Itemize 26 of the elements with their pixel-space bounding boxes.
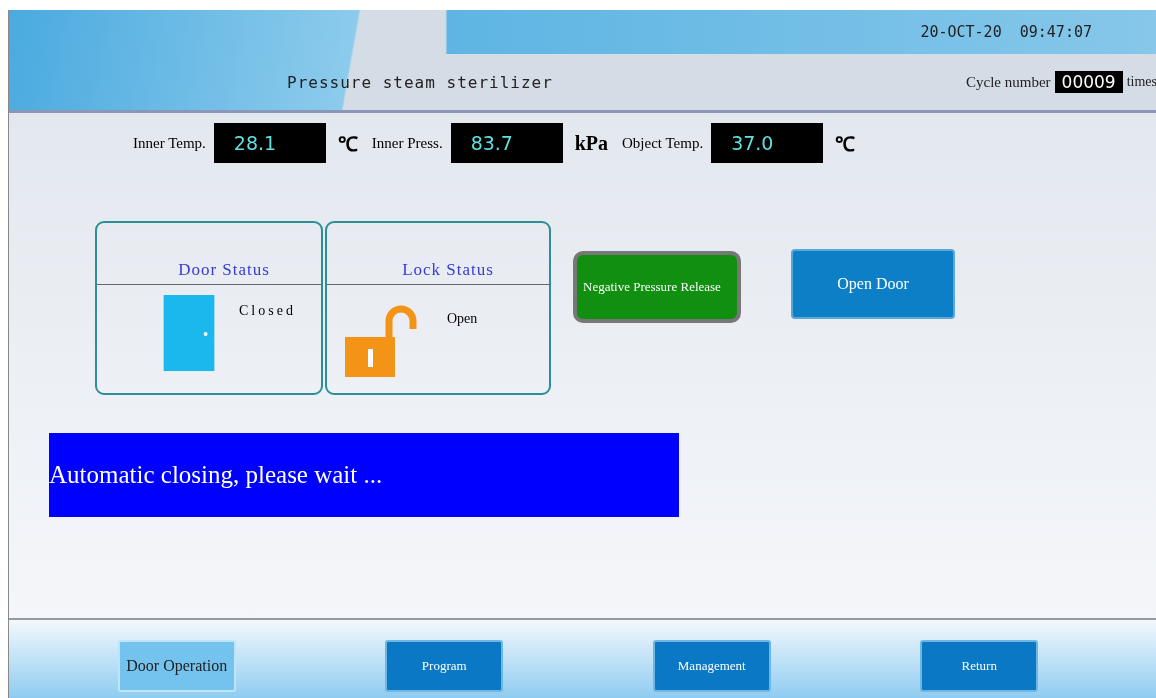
nav-button[interactable]: Program <box>385 640 504 692</box>
negative-pressure-release-button[interactable]: Negative Pressure Release <box>573 251 741 323</box>
panel-title: Door Status <box>97 223 321 285</box>
open-door-button[interactable]: Open Door <box>791 249 955 319</box>
nav-button[interactable]: Door Operation <box>117 640 236 692</box>
reading-label: Inner Temp. <box>133 134 206 152</box>
app-title: Pressure steam sterilizer <box>287 72 553 92</box>
cycle-label: Cycle number <box>966 73 1051 91</box>
reading-value: 37.0 <box>711 123 824 163</box>
reading-value: 28.1 <box>213 123 326 163</box>
cycle-count: 00009 <box>1054 71 1123 93</box>
nav-button[interactable]: Management <box>652 640 771 692</box>
reading-value: 83.7 <box>450 123 563 163</box>
date-time: 20-OCT-20 09:47:07 <box>920 23 1092 41</box>
door-state: Closed <box>239 303 296 319</box>
reading-unit: kPa <box>574 131 608 155</box>
reading-unit: ℃ <box>835 131 856 157</box>
door-icon <box>163 295 215 373</box>
reading-label: Object Temp. <box>622 134 704 152</box>
status-message: Automatic closing, please wait ... <box>49 433 679 517</box>
cycle-unit: times <box>1126 74 1156 90</box>
reading-label: Inner Press. <box>371 134 443 152</box>
reading-unit: ℃ <box>337 131 358 157</box>
nav-button[interactable]: Return <box>920 640 1039 692</box>
lock-state: Open <box>447 311 478 327</box>
panel-title: Lock Status <box>327 223 549 285</box>
